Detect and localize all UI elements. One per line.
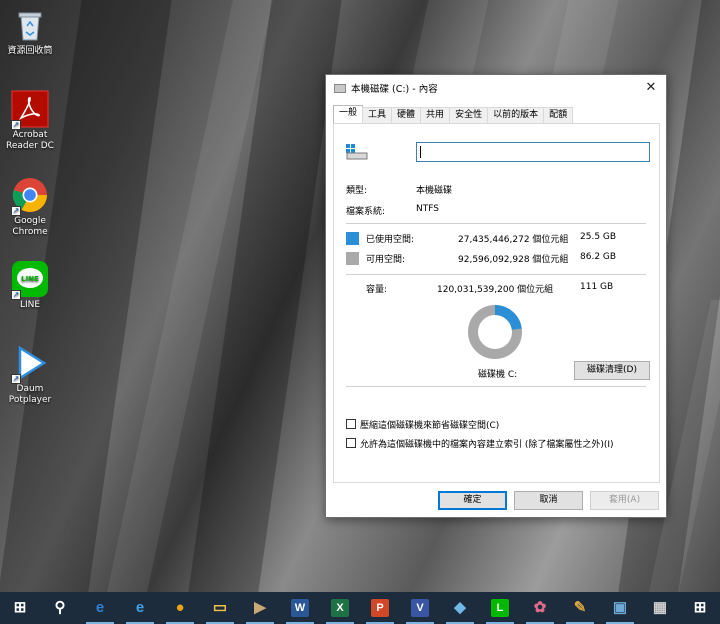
title-bar[interactable]: 本機磁碟 (C:) - 內容 ✕: [326, 75, 666, 101]
svg-text:LINE: LINE: [21, 275, 39, 283]
taskbar-line-button[interactable]: L: [480, 592, 520, 624]
taskbar-paint-button[interactable]: ✎: [560, 592, 600, 624]
taskbar-app-button[interactable]: ◆: [440, 592, 480, 624]
divider: [346, 386, 646, 387]
taskbar-visio-button[interactable]: V: [400, 592, 440, 624]
used-space-label: 已使用空間:: [366, 235, 415, 245]
taskbar-search-button[interactable]: ⚲: [40, 592, 80, 624]
used-space-swatch: [346, 232, 359, 245]
free-space-size: 86.2 GB: [580, 252, 617, 262]
word-icon: W: [291, 599, 309, 617]
used-space-size: 25.5 GB: [580, 232, 617, 242]
drive-icon: [346, 144, 368, 160]
tab-security[interactable]: 安全性: [449, 107, 489, 123]
file-explorer-icon: ▭: [212, 599, 228, 616]
capacity-bytes: 120,031,539,200 個位元組: [437, 285, 554, 295]
cancel-button[interactable]: 取消: [514, 491, 583, 510]
media-player-icon: ▶: [254, 599, 266, 616]
calculator-icon: ▦: [652, 599, 668, 616]
taskbar-ie-button[interactable]: e: [120, 592, 160, 624]
potplayer-icon: ↗: [11, 344, 49, 384]
paint-icon: ✎: [573, 599, 587, 616]
desktop-icon-acrobat[interactable]: ↗ Acrobat Reader DC: [2, 90, 58, 152]
divider: [346, 223, 646, 224]
divider: [346, 274, 646, 275]
free-space-label: 可用空間:: [366, 255, 406, 265]
free-space-swatch: [346, 252, 359, 265]
tab-previous-versions[interactable]: 以前的版本: [487, 107, 545, 123]
tab-quota[interactable]: 配額: [543, 107, 574, 123]
tab-sharing[interactable]: 共用: [420, 107, 451, 123]
desktop-icon-label: Daum Potplayer: [8, 384, 52, 405]
drive-caption: 磁碟機 C:: [478, 370, 518, 380]
dialog-title: 本機磁碟 (C:) - 內容: [351, 84, 438, 95]
filesystem-value: NTFS: [416, 204, 439, 214]
app-icon: ◆: [454, 599, 466, 616]
taskbar-app-icon-2-button[interactable]: ✿: [520, 592, 560, 624]
desktop-icon-chrome[interactable]: ↗ Google Chrome: [2, 176, 58, 238]
close-button[interactable]: ✕: [636, 75, 666, 101]
powerpoint-icon: P: [371, 599, 389, 617]
capacity-label: 容量:: [366, 285, 388, 295]
compress-label: 壓縮這個磁碟機來節省磁碟空間(C): [360, 421, 500, 431]
type-value: 本機磁碟: [416, 186, 453, 196]
taskbar-file-explorer-button[interactable]: ▭: [200, 592, 240, 624]
start-icon: ⊞: [13, 599, 27, 616]
edge-icon: e: [95, 599, 105, 616]
tab-strip: 一般 工具 硬體 共用 安全性 以前的版本 配額: [333, 105, 574, 123]
taskbar: ⊞ ⚲ e e ● ▭ ▶ W X P V ◆ L ✿ ✎ ▣ ▦ ⊞: [0, 592, 720, 624]
excel-icon: X: [331, 599, 349, 617]
desktop-icon-label: Acrobat Reader DC: [6, 130, 54, 151]
general-panel: 類型: 本機磁碟 檔案系統: NTFS 已使用空間: 27,435,446,27…: [333, 123, 660, 483]
taskbar-excel-button[interactable]: X: [320, 592, 360, 624]
remote-desktop-icon: ▣: [612, 599, 628, 616]
taskbar-calculator-button[interactable]: ▦: [640, 592, 680, 624]
visio-icon: V: [411, 599, 429, 617]
index-checkbox[interactable]: [346, 438, 356, 448]
taskbar-store-button[interactable]: ⊞: [680, 592, 720, 624]
store-icon: ⊞: [693, 599, 707, 616]
disk-cleanup-button[interactable]: 磁碟清理(D): [574, 361, 650, 380]
taskbar-remote-desktop-button[interactable]: ▣: [600, 592, 640, 624]
acrobat-icon: ↗: [11, 90, 49, 130]
taskbar-start-button[interactable]: ⊞: [0, 592, 40, 624]
capacity-size: 111 GB: [580, 282, 614, 292]
desktop-icon-line[interactable]: LINE ↗ LINE: [2, 260, 58, 311]
text-caret: [420, 146, 421, 158]
desktop-icon-label: LINE: [19, 300, 41, 310]
drive-properties-dialog: 本機磁碟 (C:) - 內容 ✕ 一般 工具 硬體 共用 安全性 以前的版本 配…: [325, 74, 667, 518]
taskbar-media-player-button[interactable]: ▶: [240, 592, 280, 624]
compress-checkbox[interactable]: [346, 419, 356, 429]
apply-button[interactable]: 套用(A): [590, 491, 659, 510]
line-icon: L: [491, 599, 509, 617]
type-label: 類型:: [346, 186, 368, 196]
tab-hardware[interactable]: 硬體: [391, 107, 422, 123]
filesystem-label: 檔案系統:: [346, 207, 386, 217]
chrome-icon: ↗: [11, 176, 49, 216]
used-space-bytes: 27,435,446,272 個位元組: [458, 235, 569, 245]
taskbar-powerpoint-button[interactable]: P: [360, 592, 400, 624]
recycle-bin-icon: [11, 6, 49, 44]
desktop-icon-potplayer[interactable]: ↗ Daum Potplayer: [2, 344, 58, 406]
tab-tools[interactable]: 工具: [362, 107, 393, 123]
taskbar-edge-button[interactable]: e: [80, 592, 120, 624]
index-label: 允許為這個磁碟機中的檔案內容建立索引 (除了檔案屬性之外)(I): [360, 440, 614, 450]
ie-icon: e: [135, 599, 145, 616]
search-icon: ⚲: [54, 599, 66, 616]
desktop-icon-label: 資源回收筒: [7, 46, 53, 56]
chrome-icon: ●: [175, 599, 185, 616]
taskbar-chrome-button[interactable]: ●: [160, 592, 200, 624]
taskbar-word-button[interactable]: W: [280, 592, 320, 624]
ok-button[interactable]: 確定: [438, 491, 507, 510]
drive-icon: [334, 83, 346, 93]
free-space-bytes: 92,596,092,928 個位元組: [458, 255, 569, 265]
desktop-icon-label: Google Chrome: [12, 216, 48, 237]
drive-name-input[interactable]: [416, 142, 650, 162]
desktop-icon-recycle-bin[interactable]: 資源回收筒: [2, 6, 58, 57]
tab-general[interactable]: 一般: [333, 105, 364, 123]
line-icon: LINE ↗: [11, 260, 49, 300]
app-icon-2: ✿: [533, 599, 547, 616]
usage-donut-chart: [468, 305, 522, 359]
